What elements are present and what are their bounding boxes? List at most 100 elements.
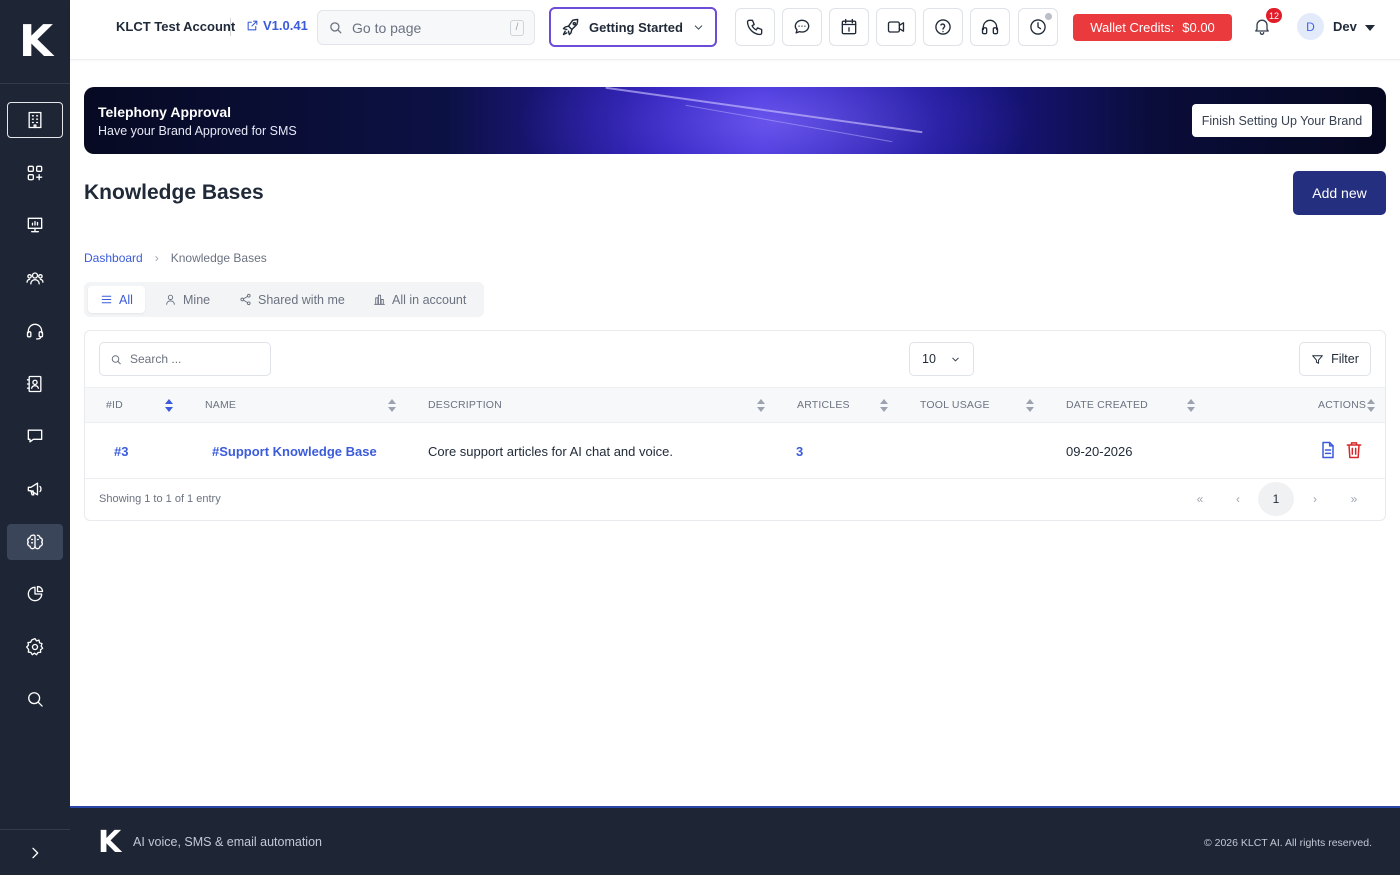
add-new-button[interactable]: Add new — [1293, 171, 1386, 215]
search-icon — [330, 22, 342, 34]
sidebar-item-chat[interactable] — [7, 418, 63, 454]
headset-icon — [981, 19, 999, 35]
wallet-label: Wallet Credits: — [1090, 20, 1175, 35]
shortcut-key: / — [510, 19, 524, 36]
banner-title: Telephony Approval — [98, 104, 232, 120]
sort-icon[interactable] — [388, 399, 396, 412]
table-header: #ID NAME DESCRIPTION ARTICLES TOOL USAGE… — [85, 387, 1385, 423]
sort-icon[interactable] — [1187, 399, 1195, 412]
sidebar-item-apps[interactable] — [7, 155, 63, 191]
footer-tagline: AI voice, SMS & email automation — [133, 835, 322, 849]
getting-started-dropdown[interactable]: Getting Started — [549, 7, 717, 47]
version-link[interactable]: V1.0.41 — [246, 18, 308, 33]
contact-book-icon — [26, 375, 42, 393]
goto-page-input[interactable] — [352, 19, 502, 36]
sidebar-expand-button[interactable] — [0, 829, 70, 875]
chat-button[interactable] — [782, 8, 822, 46]
per-page-value: 10 — [922, 352, 936, 366]
help-button[interactable] — [923, 8, 963, 46]
pagination-next[interactable]: › — [1297, 482, 1333, 516]
pagination-first[interactable]: « — [1182, 482, 1218, 516]
sidebar-item-presentation[interactable] — [7, 207, 63, 243]
column-header-date-created[interactable]: DATE CREATED — [1066, 388, 1148, 422]
time-tracker-button[interactable] — [1018, 8, 1058, 46]
building-icon — [28, 111, 42, 129]
team-icon — [26, 272, 44, 285]
sidebar-item-contacts[interactable] — [7, 366, 63, 402]
status-dot — [1045, 13, 1052, 20]
column-header-name[interactable]: NAME — [205, 388, 236, 422]
column-header-id[interactable]: #ID — [106, 388, 123, 422]
breadcrumb-current: Knowledge Bases — [170, 251, 267, 265]
wallet-value: $0.00 — [1182, 20, 1215, 35]
phone-icon — [746, 19, 763, 36]
chat-bubble-icon — [27, 429, 43, 443]
user-icon — [166, 294, 175, 305]
tab-label: Shared with me — [258, 292, 345, 307]
tab-mine[interactable]: Mine — [156, 286, 218, 313]
pie-chart-icon — [27, 585, 44, 602]
ownership-tabs: All Mine Shared with me All in account — [84, 282, 484, 317]
column-header-tool-usage[interactable]: TOOL USAGE — [920, 388, 990, 422]
document-icon — [1322, 441, 1334, 459]
sort-icon[interactable] — [165, 399, 173, 412]
tab-shared-with-me[interactable]: Shared with me — [231, 286, 353, 313]
row-name-link[interactable]: #Support Knowledge Base — [212, 423, 377, 479]
pagination-last[interactable]: » — [1336, 482, 1372, 516]
tab-all[interactable]: All — [88, 286, 145, 313]
breadcrumb: Dashboard › Knowledge Bases — [84, 251, 267, 265]
support-button[interactable] — [970, 8, 1010, 46]
finish-brand-setup-button[interactable]: Finish Setting Up Your Brand — [1192, 104, 1372, 137]
rocket-icon — [562, 18, 579, 36]
sidebar-item-settings[interactable] — [7, 629, 63, 665]
logo-text: K — [18, 16, 53, 67]
sidebar-logo[interactable]: K — [0, 0, 70, 84]
column-header-articles[interactable]: ARTICLES — [797, 388, 850, 422]
avatar[interactable]: D — [1297, 13, 1324, 40]
tab-all-in-account[interactable]: All in account — [365, 286, 474, 313]
sort-icon[interactable] — [880, 399, 888, 412]
sidebar-item-search[interactable] — [7, 681, 63, 717]
table-row: #3 #Support Knowledge Base Core support … — [85, 423, 1385, 479]
user-menu[interactable]: Dev — [1333, 19, 1375, 34]
column-header-description[interactable]: DESCRIPTION — [428, 388, 502, 422]
row-id-link[interactable]: #3 — [114, 423, 128, 479]
view-document-button[interactable] — [1318, 440, 1338, 460]
sort-icon[interactable] — [1367, 399, 1375, 412]
filter-button[interactable]: Filter — [1299, 342, 1371, 376]
breadcrumb-dashboard[interactable]: Dashboard — [84, 251, 143, 265]
sidebar-item-campaigns[interactable] — [7, 471, 63, 507]
sidebar-item-team[interactable] — [7, 260, 63, 296]
share-icon — [240, 293, 251, 306]
tab-label: All in account — [392, 292, 467, 307]
sidebar-item-reports[interactable] — [7, 576, 63, 612]
version-label: V1.0.41 — [263, 18, 308, 33]
phone-button[interactable] — [735, 8, 775, 46]
wallet-credits-button[interactable]: Wallet Credits: $0.00 — [1073, 14, 1232, 41]
clock-icon — [1030, 19, 1046, 35]
sidebar-item-building[interactable] — [7, 102, 63, 138]
delete-button[interactable] — [1344, 440, 1364, 460]
table-search-input[interactable] — [130, 352, 260, 366]
banner-subtitle: Have your Brand Approved for SMS — [98, 124, 297, 138]
calendar-button[interactable] — [829, 8, 869, 46]
sidebar-item-support[interactable] — [7, 313, 63, 349]
video-button[interactable] — [876, 8, 916, 46]
search-icon — [28, 692, 43, 707]
chevron-down-icon — [694, 24, 703, 30]
table-search-field[interactable] — [99, 342, 271, 376]
footer-copyright: © 2026 KLCT AI. All rights reserved. — [1203, 837, 1372, 849]
sort-icon[interactable] — [1026, 399, 1034, 412]
pagination-page[interactable]: 1 — [1258, 482, 1294, 516]
per-page-select[interactable]: 10 — [909, 342, 974, 376]
goto-page-field[interactable]: / — [317, 10, 535, 45]
filter-icon — [1312, 354, 1323, 364]
tab-label: All — [119, 292, 133, 307]
sort-icon[interactable] — [757, 399, 765, 412]
row-articles-link[interactable]: 3 — [796, 423, 803, 479]
sidebar-item-knowledge[interactable] — [7, 524, 63, 560]
external-link-icon — [247, 20, 258, 31]
megaphone-icon — [27, 482, 42, 496]
pagination-prev[interactable]: ‹ — [1220, 482, 1256, 516]
caret-down-icon — [1364, 25, 1375, 31]
